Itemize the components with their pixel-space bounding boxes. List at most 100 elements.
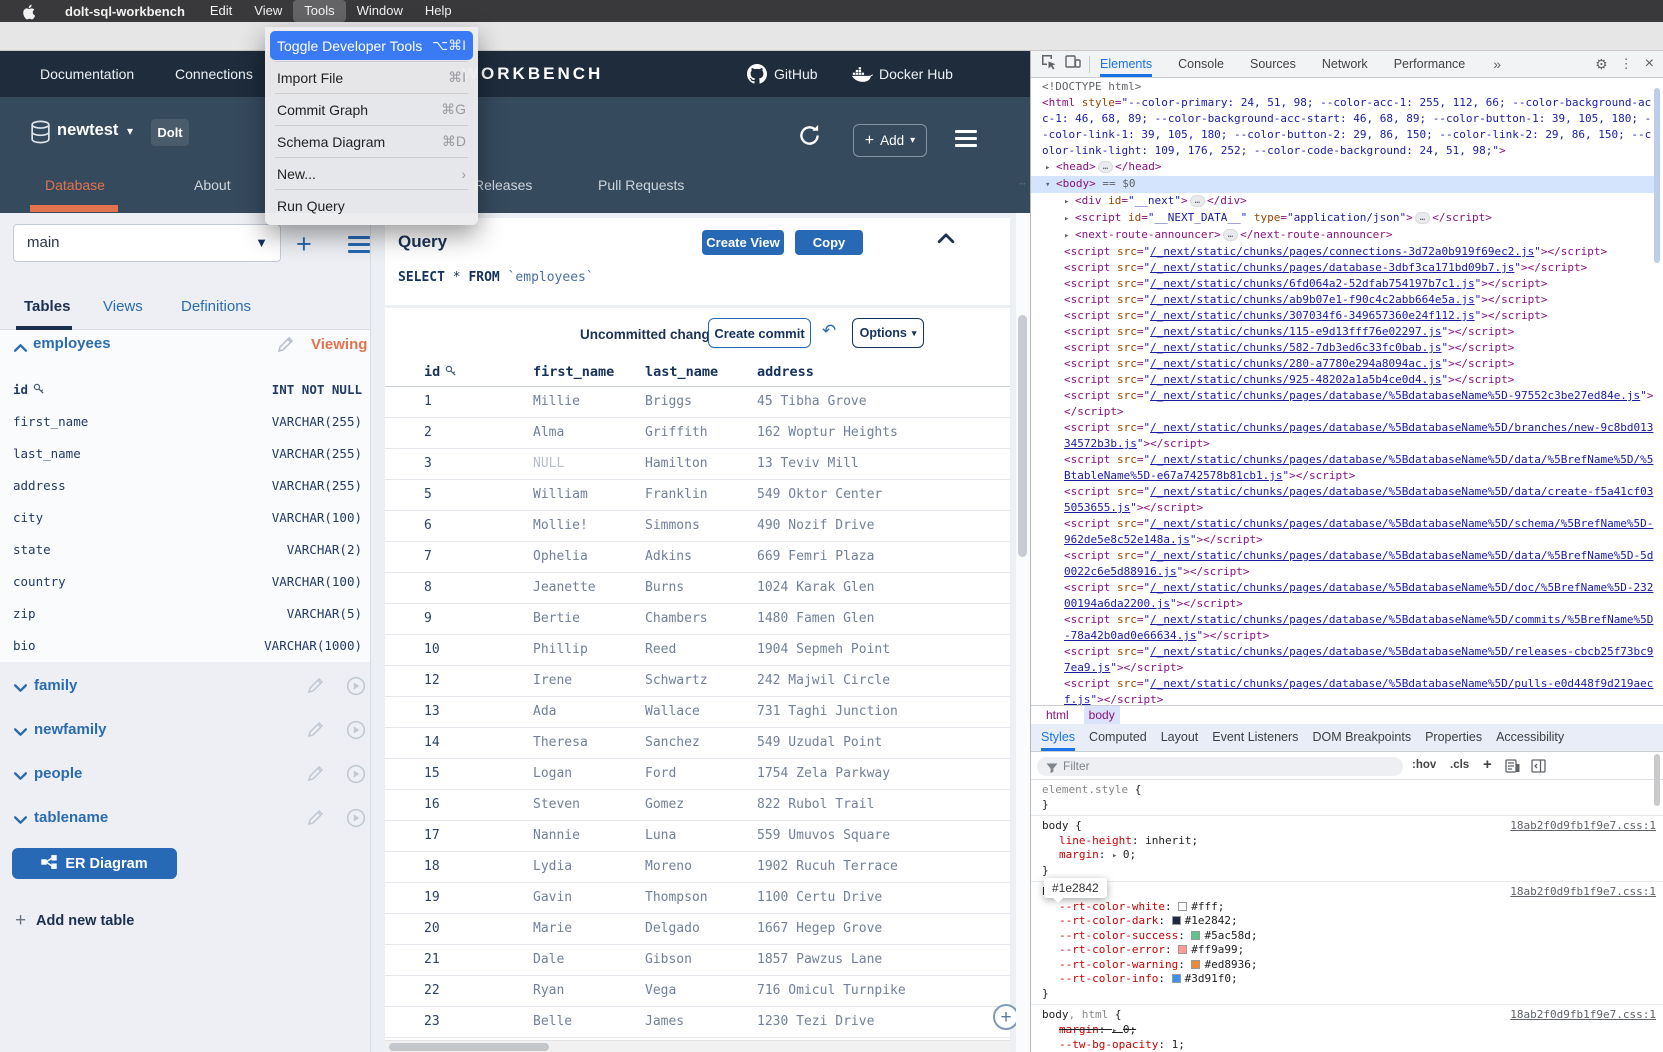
table-name[interactable]: newfamily xyxy=(34,721,107,738)
cell-last_name[interactable]: James xyxy=(645,1014,684,1029)
cell-id[interactable]: 13 xyxy=(424,704,440,719)
table-row[interactable]: 23BelleJames1230 Tezi Drive xyxy=(385,1007,1010,1038)
devtools-tab-performance[interactable]: Performance xyxy=(1394,51,1466,77)
table-row[interactable]: 20MarieDelgado1667 Hegep Grove xyxy=(385,914,1010,945)
cell-address[interactable]: 549 Oktor Center xyxy=(757,487,882,502)
format-styles-icon[interactable] xyxy=(1505,759,1520,778)
cell-last_name[interactable]: Simmons xyxy=(645,518,700,533)
create-view-button[interactable]: Create View xyxy=(702,230,784,255)
cell-address[interactable]: 490 Nozif Drive xyxy=(757,518,874,533)
add-new-table-button[interactable]: Add new table xyxy=(36,913,134,929)
css-source-link[interactable]: 18ab2f0d9fb1f9e7.css:1 xyxy=(1510,819,1656,834)
run-table-icon[interactable] xyxy=(346,720,366,745)
cell-first_name[interactable]: NULL xyxy=(533,456,564,471)
edit-table-icon[interactable] xyxy=(276,335,295,359)
cell-address[interactable]: 242 Majwil Circle xyxy=(757,673,890,688)
cell-first_name[interactable]: William xyxy=(533,487,588,502)
cell-last_name[interactable]: Briggs xyxy=(645,394,692,409)
menu-item-toggle-developer-tools[interactable]: Toggle Developer Tools⌥⌘I xyxy=(270,31,473,60)
cell-last_name[interactable]: Griffith xyxy=(645,425,708,440)
cell-first_name[interactable]: Millie xyxy=(533,394,580,409)
script-element-line[interactable]: <script src="/_next/static/chunks/pages/… xyxy=(1031,420,1655,452)
cell-last_name[interactable]: Ford xyxy=(645,766,676,781)
dolt-badge[interactable]: Dolt xyxy=(151,119,189,146)
script-element-line[interactable]: <script src="/_next/static/chunks/pages/… xyxy=(1031,644,1655,676)
cell-first_name[interactable]: Ryan xyxy=(533,983,564,998)
color-swatch[interactable] xyxy=(1178,902,1187,911)
devtools-tab-elements[interactable]: Elements xyxy=(1100,51,1152,77)
table-row[interactable]: 3NULLHamilton13 Teviv Mill xyxy=(385,449,1010,480)
cell-first_name[interactable]: Theresa xyxy=(533,735,588,750)
table-row[interactable]: 22RyanVega716 Omicul Turnpike xyxy=(385,976,1010,1007)
nav-docker-hub[interactable]: Docker Hub xyxy=(879,66,953,82)
breadcrumb-html[interactable]: html xyxy=(1041,706,1074,724)
table-row[interactable]: 12IreneSchwartz242 Majwil Circle xyxy=(385,666,1010,697)
table-row[interactable]: 17NannieLuna559 Umuvos Square xyxy=(385,821,1010,852)
cell-first_name[interactable]: Ada xyxy=(533,704,556,719)
expand-chevron-icon[interactable] xyxy=(13,724,28,744)
devtools-tab-console[interactable]: Console xyxy=(1178,51,1224,77)
table-list-item[interactable]: family xyxy=(0,664,370,708)
color-swatch[interactable] xyxy=(1172,916,1181,925)
script-element-line[interactable]: <script src="/_next/static/chunks/925-48… xyxy=(1031,372,1655,388)
script-element-line[interactable]: <script src="/_next/static/chunks/6fd064… xyxy=(1031,276,1655,292)
cell-id[interactable]: 7 xyxy=(424,549,432,564)
cell-first_name[interactable]: Logan xyxy=(533,766,572,781)
sidebar-tab-tables[interactable]: Tables xyxy=(24,298,70,315)
add-button[interactable]: +Add▾ xyxy=(853,124,927,157)
menu-item-schema-diagram[interactable]: Schema Diagram⌘D xyxy=(265,127,478,156)
inspect-element-icon[interactable] xyxy=(1041,54,1057,75)
cell-last_name[interactable]: Sanchez xyxy=(645,735,700,750)
toggle-classes-button[interactable]: .cls xyxy=(1450,759,1469,771)
horizontal-scrollbar[interactable] xyxy=(385,1040,1010,1052)
cell-first_name[interactable]: Belle xyxy=(533,1014,572,1029)
nav-github[interactable]: GitHub xyxy=(774,66,818,82)
cell-address[interactable]: 716 Omicul Turnpike xyxy=(757,983,906,998)
cell-id[interactable]: 10 xyxy=(424,642,440,657)
run-table-icon[interactable] xyxy=(346,764,366,789)
expand-chevron-icon[interactable] xyxy=(13,768,28,788)
edit-table-icon[interactable] xyxy=(306,676,325,700)
table-row[interactable]: 16StevenGomez822 Rubol Trail xyxy=(385,790,1010,821)
styles-tab-event-listeners[interactable]: Event Listeners xyxy=(1212,724,1298,751)
child-element-line[interactable]: ▸<script id="__NEXT_DATA__" type="applic… xyxy=(1031,210,1655,227)
er-diagram-button[interactable]: ER Diagram xyxy=(12,848,177,879)
table-row[interactable]: 19GavinThompson1100 Certu Drive xyxy=(385,883,1010,914)
cell-last_name[interactable]: Chambers xyxy=(645,611,708,626)
breadcrumb-body[interactable]: body xyxy=(1084,706,1120,724)
cell-last_name[interactable]: Thompson xyxy=(645,890,708,905)
color-swatch[interactable] xyxy=(1172,974,1181,983)
header-tab-database[interactable]: Database xyxy=(45,177,105,193)
script-element-line[interactable]: <script src="/_next/static/chunks/pages/… xyxy=(1031,612,1655,644)
results-header-address[interactable]: address xyxy=(757,364,814,380)
color-swatch[interactable] xyxy=(1191,931,1200,940)
cell-address[interactable]: 559 Umuvos Square xyxy=(757,828,890,843)
menubar-app-name[interactable]: dolt-sql-workbench xyxy=(51,4,199,19)
collapse-chevron-icon[interactable] xyxy=(13,341,28,361)
branch-select[interactable]: main▼ xyxy=(13,224,281,262)
cell-last_name[interactable]: Vega xyxy=(645,983,676,998)
css-property-line[interactable]: --rt-color-info: #3d91f0; xyxy=(1042,972,1652,987)
table-row[interactable]: 1MillieBriggs45 Tibha Grove xyxy=(385,387,1010,418)
menu-item-new-[interactable]: New...› xyxy=(265,159,478,188)
sql-query-text[interactable]: SELECT * FROM `employees` xyxy=(398,270,594,285)
undo-icon[interactable]: ↶ xyxy=(822,321,836,341)
cell-first_name[interactable]: Lydia xyxy=(533,859,572,874)
toggle-hover-state-button[interactable]: :hov xyxy=(1412,759,1436,771)
cell-address[interactable]: 162 Woptur Heights xyxy=(757,425,898,440)
more-tabs-icon[interactable]: » xyxy=(1493,56,1501,72)
run-table-icon[interactable] xyxy=(346,808,366,833)
cell-id[interactable]: 20 xyxy=(424,921,440,936)
menubar-item-tools[interactable]: Tools xyxy=(293,0,345,22)
run-table-icon[interactable] xyxy=(346,676,366,701)
cell-first_name[interactable]: Alma xyxy=(533,425,564,440)
table-row[interactable]: 9BertieChambers1480 Famen Glen xyxy=(385,604,1010,635)
cell-id[interactable]: 12 xyxy=(424,673,440,688)
styles-filter-input[interactable]: Filter xyxy=(1037,757,1403,776)
edit-table-icon[interactable] xyxy=(306,720,325,744)
cell-id[interactable]: 9 xyxy=(424,611,432,626)
table-row[interactable]: 7OpheliaAdkins669 Femri Plaza xyxy=(385,542,1010,573)
cell-last_name[interactable]: Schwartz xyxy=(645,673,708,688)
hamburger-menu-icon[interactable] xyxy=(955,130,977,147)
table-row[interactable]: 18LydiaMoreno1902 Rucuh Terrace xyxy=(385,852,1010,883)
